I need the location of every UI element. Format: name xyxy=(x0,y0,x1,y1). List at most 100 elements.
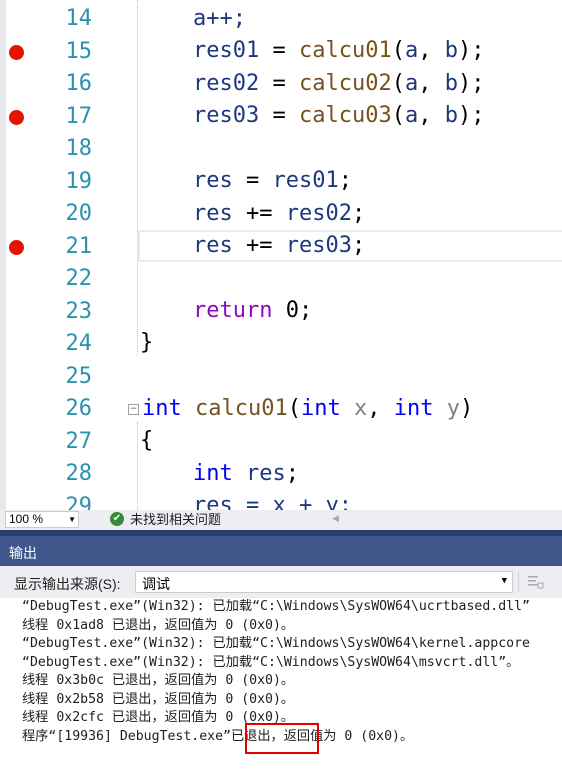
line-number: 17 xyxy=(65,103,93,129)
editor-line-row: 27 xyxy=(0,426,562,459)
code-token: ( xyxy=(391,38,405,63)
line-number: 28 xyxy=(65,461,93,486)
line-number: 18 xyxy=(65,136,93,161)
code-token: a xyxy=(404,38,419,63)
code-token: int xyxy=(300,396,341,421)
line-number: 16 xyxy=(65,71,93,96)
code-token: res01 xyxy=(193,38,260,63)
editor-line-row: 22 xyxy=(0,263,562,296)
code-token: = xyxy=(259,38,299,63)
code-line-24[interactable]: } xyxy=(140,327,153,360)
code-token: += xyxy=(232,201,286,226)
line-number: 26 xyxy=(65,396,93,421)
output-title-bar: 输出 xyxy=(0,530,562,566)
code-token: res xyxy=(193,201,233,226)
code-token: = xyxy=(259,103,299,128)
code-token: res03 xyxy=(285,233,352,258)
code-token: ; xyxy=(338,168,352,193)
code-line-20[interactable]: res += res02; xyxy=(193,198,365,231)
output-line: 线程 0x2b58 已退出，返回值为 0 (0x0)。 xyxy=(22,691,295,707)
output-line: “DebugTest.exe”(Win32): 已加载“C:\Windows\S… xyxy=(22,636,530,651)
code-token: res02 xyxy=(285,201,352,226)
code-token: { xyxy=(140,428,154,453)
line-number: 19 xyxy=(65,168,93,194)
scroll-left-icon[interactable]: ◀ xyxy=(332,513,339,524)
code-token: = xyxy=(232,168,273,193)
code-token: ); xyxy=(457,71,485,96)
output-line: 线程 0x3b0c 已退出，返回值为 0 (0x0)。 xyxy=(22,673,295,688)
code-token: ) xyxy=(459,396,474,421)
code-line-15[interactable]: res01 = calcu01(a, b); xyxy=(193,35,484,68)
code-token: int xyxy=(142,396,182,421)
output-line: 程序“[19936] DebugTest.exe”已退出，返回值为 0 (0x0… xyxy=(22,728,414,744)
find-message-icon[interactable] xyxy=(526,574,546,590)
line-number: 23 xyxy=(65,298,93,324)
line-number: 15 xyxy=(65,38,93,64)
code-token: a xyxy=(404,71,419,96)
code-line-28[interactable]: int res; xyxy=(193,458,299,491)
line-number: 20 xyxy=(65,201,93,226)
code-line-17[interactable]: res03 = calcu03(a, b); xyxy=(193,100,484,133)
code-token: return xyxy=(193,298,273,323)
issues-status[interactable]: 未找到相关问题 xyxy=(130,511,221,529)
code-token: 0; xyxy=(272,298,313,323)
editor-line-row: 18 xyxy=(0,133,562,166)
code-token: += xyxy=(232,233,286,258)
code-token: b xyxy=(444,71,458,96)
code-line-26[interactable]: int calcu01(int x, int y) xyxy=(142,393,473,426)
code-token: x xyxy=(340,396,368,421)
breakpoint-icon[interactable] xyxy=(9,44,24,60)
output-source-select[interactable]: 调试 ▼ xyxy=(135,571,513,593)
output-line: “DebugTest.exe”(Win32): 已加载“C:\Windows\S… xyxy=(22,654,520,670)
editor-line-row: 14 xyxy=(0,3,562,36)
line-number: 21 xyxy=(65,233,93,259)
code-token: a xyxy=(404,103,419,128)
chevron-down-icon: ▼ xyxy=(68,515,76,524)
code-token: calcu03 xyxy=(298,103,392,128)
code-token: , xyxy=(418,38,445,63)
code-token: , xyxy=(418,103,445,128)
code-line-21[interactable]: res += res03; xyxy=(193,230,365,263)
editor-line-row: 25 xyxy=(0,361,562,394)
code-token: ( xyxy=(391,71,405,96)
line-number: 29 xyxy=(65,493,93,511)
code-token: ( xyxy=(287,396,301,421)
line-number: 25 xyxy=(65,363,93,389)
line-number: 24 xyxy=(65,331,93,356)
code-token: res03 xyxy=(193,103,260,128)
breakpoint-icon[interactable] xyxy=(9,239,24,255)
output-source-value: 调试 xyxy=(142,576,170,592)
code-token: ; xyxy=(285,461,299,486)
zoom-select[interactable]: 100 % ▼ xyxy=(5,511,79,528)
code-token: a++; xyxy=(193,6,246,31)
collapse-toggle[interactable]: − xyxy=(128,404,139,415)
code-token: ; xyxy=(351,201,366,226)
code-token: ); xyxy=(457,38,485,63)
output-title: 输出 xyxy=(9,545,37,561)
output-source-label: 显示输出来源(S): xyxy=(14,576,121,592)
code-token: res xyxy=(232,461,286,486)
code-line-29[interactable]: res = x + y; xyxy=(193,490,352,510)
code-token: } xyxy=(140,330,154,355)
breakpoint-icon[interactable] xyxy=(9,109,24,125)
code-line-19[interactable]: res = res01; xyxy=(193,165,352,198)
code-line-14[interactable]: a++; xyxy=(193,3,246,36)
output-toolbar: 显示输出来源(S): 调试 ▼ xyxy=(0,566,562,598)
output-line: 线程 0x1ad8 已退出，返回值为 0 (0x0)。 xyxy=(22,617,295,633)
check-circle-icon: ✔ xyxy=(110,512,124,526)
code-line-16[interactable]: res02 = calcu02(a, b); xyxy=(193,68,484,101)
code-token: y xyxy=(433,396,460,421)
code-token: int xyxy=(393,396,434,421)
code-editor[interactable]: 14 15 16 17 18 19 20 21 22 23 24 25 26 27 28 29 a++; re… xyxy=(0,0,562,510)
code-token: calcu01 xyxy=(298,38,392,63)
code-token: res01 xyxy=(272,168,339,193)
line-number: 27 xyxy=(65,428,93,454)
code-line-27[interactable]: { xyxy=(140,425,153,458)
code-token: , xyxy=(367,396,394,421)
zoom-value: 100 % xyxy=(9,512,44,526)
code-token: calcu02 xyxy=(298,71,392,96)
code-line-23[interactable]: return 0; xyxy=(193,295,312,328)
output-line: “DebugTest.exe”(Win32): 已加载“C:\Windows\S… xyxy=(22,599,530,614)
chevron-down-icon: ▼ xyxy=(501,576,507,586)
